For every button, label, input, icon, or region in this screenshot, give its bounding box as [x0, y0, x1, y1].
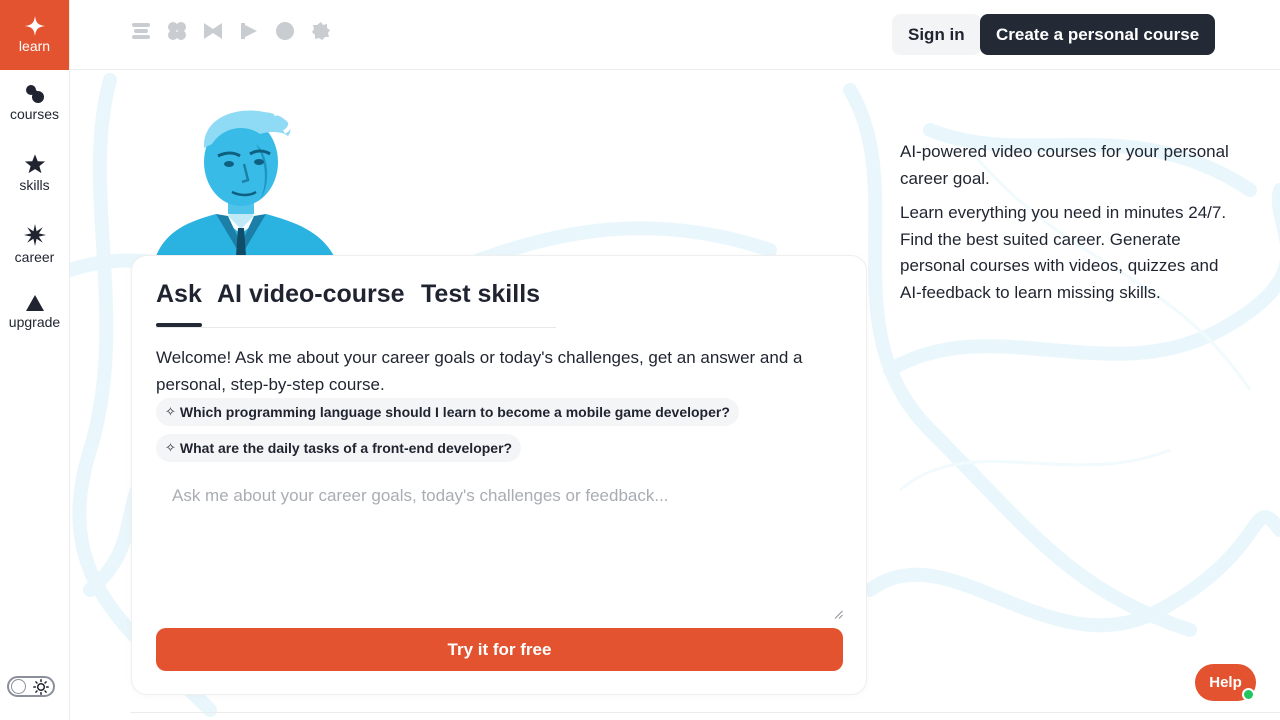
welcome-text: Welcome! Ask me about your career goals …	[156, 348, 803, 394]
description-intro: AI-powered video courses for your person…	[900, 142, 1229, 188]
resize-grip-icon[interactable]	[834, 610, 843, 619]
logo-gear-icon	[310, 20, 332, 42]
product-description: AI-powered video courses for your person…	[900, 139, 1230, 306]
star-icon	[24, 154, 45, 174]
card-tabs: Ask AI video-course Test skills	[156, 280, 556, 328]
logo-clover-icon	[166, 20, 188, 42]
sidebar-item-career[interactable]: career	[0, 223, 69, 265]
sidebar-item-skills[interactable]: skills	[0, 153, 69, 193]
logo-circle-icon	[274, 20, 296, 42]
sign-in-button[interactable]: Sign in	[892, 14, 981, 55]
suggestion-chip[interactable]: ✧ Which programming language should I le…	[156, 398, 739, 426]
logo-flag-icon	[238, 20, 260, 42]
tab-ai-video-course[interactable]: AI video-course	[217, 280, 405, 309]
create-course-button[interactable]: Create a personal course	[980, 14, 1216, 55]
tab-test-skills[interactable]: Test skills	[421, 280, 540, 309]
sidebar-item-courses[interactable]: courses	[0, 84, 69, 122]
sparkle-icon	[24, 16, 45, 36]
ask-input[interactable]	[156, 478, 844, 620]
divider	[130, 712, 1280, 713]
theme-toggle[interactable]	[7, 676, 55, 697]
burst-icon	[23, 224, 46, 246]
logo-stack-icon	[130, 20, 152, 42]
toggle-knob	[11, 679, 26, 694]
sidebar-item-label: courses	[9, 106, 60, 122]
sidebar-item-label: learn	[18, 38, 51, 54]
suggestion-chip[interactable]: ✧ What are the daily tasks of a front-en…	[156, 434, 522, 462]
sidebar-item-label: upgrade	[8, 314, 61, 330]
partner-logos	[130, 20, 332, 42]
sidebar-item-label: skills	[19, 177, 50, 193]
active-tab-indicator	[156, 323, 202, 327]
sidebar: learn courses skills career upgrade	[0, 0, 70, 720]
tab-ask[interactable]: Ask	[156, 280, 202, 309]
sun-icon	[33, 678, 49, 695]
ask-card: Ask AI video-course Test skills Welcome!…	[131, 255, 867, 695]
sparkle-icon: ✧	[165, 404, 176, 419]
triangle-up-icon	[25, 295, 44, 311]
sidebar-item-label: career	[14, 249, 55, 265]
suggestion-text: Which programming language should I lear…	[179, 404, 730, 420]
sidebar-item-learn[interactable]: learn	[0, 0, 69, 70]
logo-bowtie-icon	[202, 20, 224, 42]
topbar: Sign in Create a personal course	[70, 0, 1280, 70]
online-status-dot	[1242, 688, 1255, 701]
suggestion-text: What are the daily tasks of a front-end …	[179, 440, 513, 456]
try-free-button[interactable]: Try it for free	[156, 628, 843, 671]
courses-icon	[25, 85, 44, 103]
portrait-image	[156, 110, 334, 256]
sidebar-item-upgrade[interactable]: upgrade	[0, 294, 69, 330]
sparkle-icon: ✧	[165, 440, 176, 455]
description-body: Learn everything you need in minutes 24/…	[900, 203, 1227, 302]
